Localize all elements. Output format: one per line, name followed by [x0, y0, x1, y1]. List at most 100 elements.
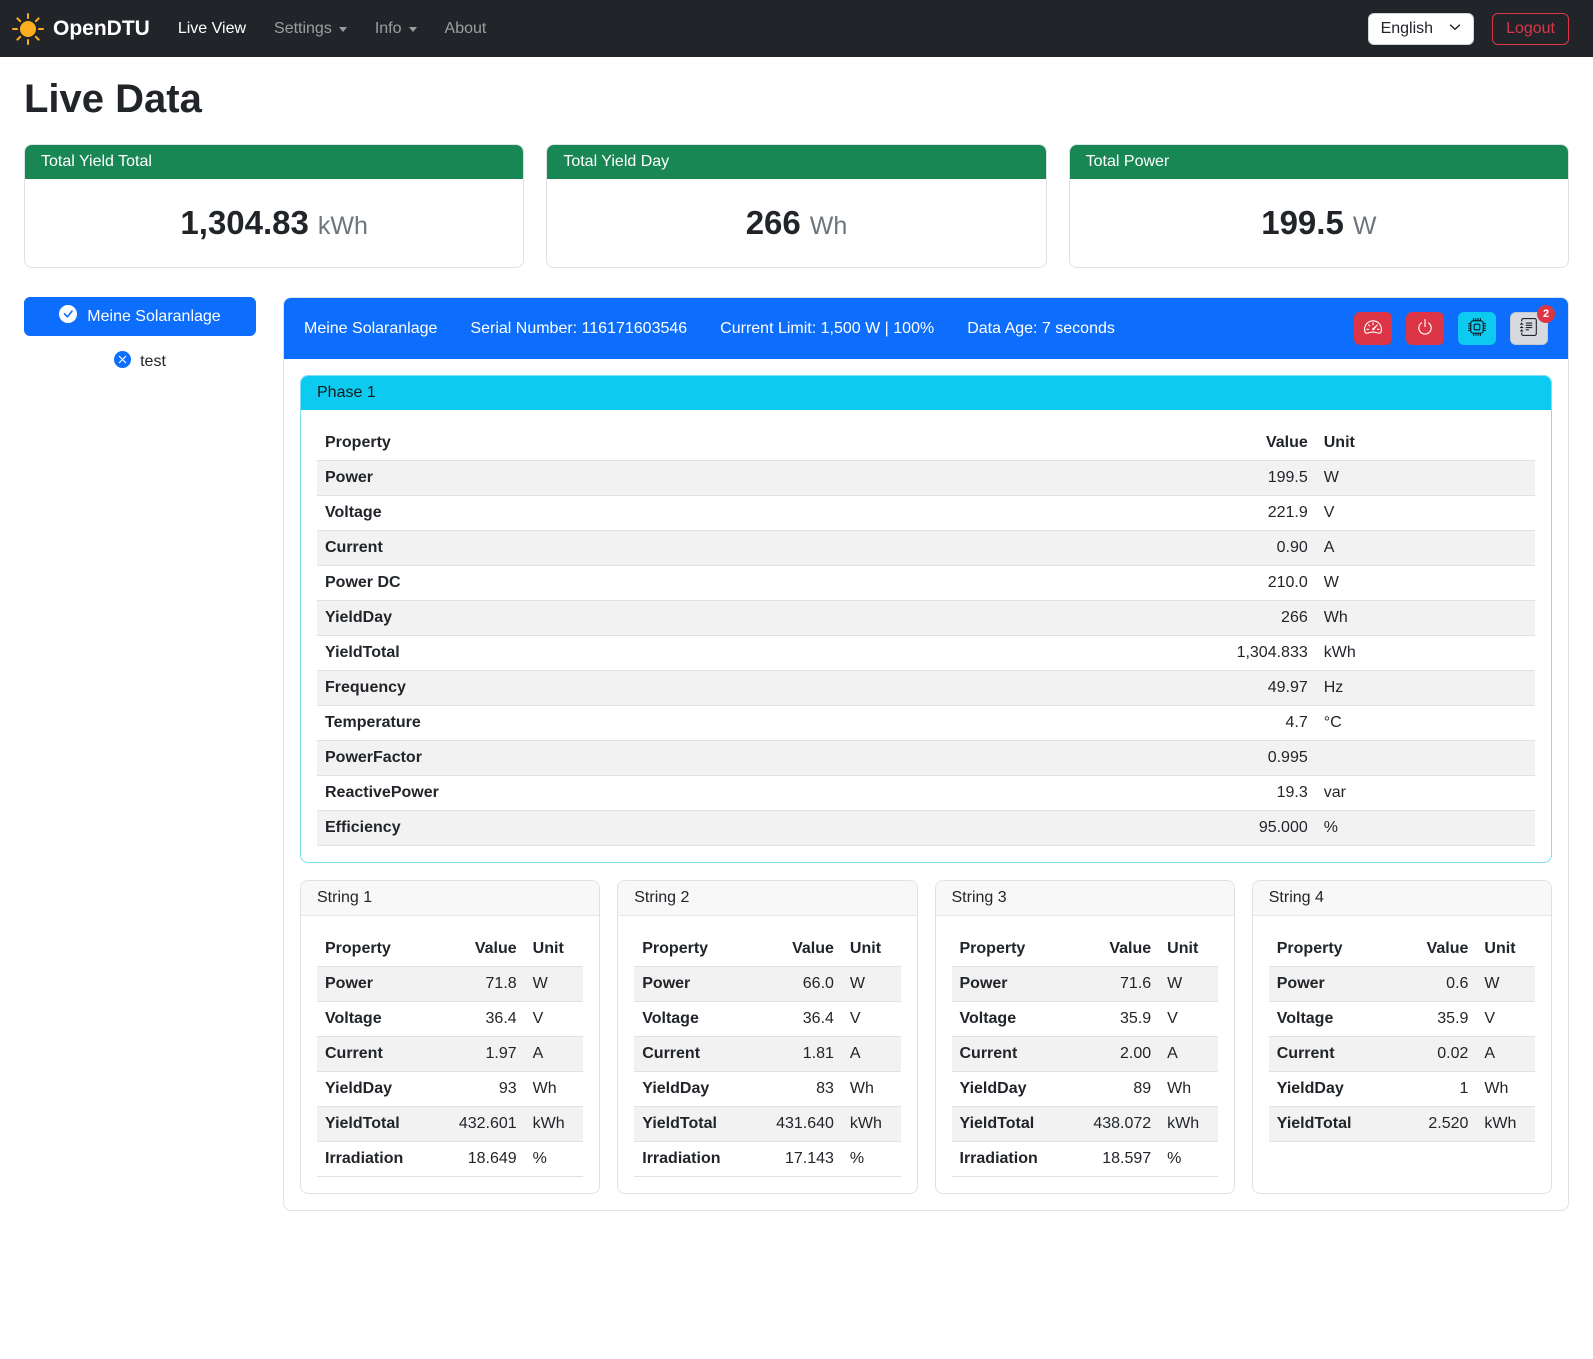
value-cell: 71.8: [437, 967, 525, 1002]
nav-links: Live View Settings Info About: [164, 12, 501, 46]
nav-live-view[interactable]: Live View: [164, 12, 260, 46]
card-unit: kWh: [318, 212, 368, 240]
card-title: Total Yield Total: [25, 145, 523, 179]
card-unit: Wh: [810, 212, 848, 240]
string-2-body: Property Value Unit Power66.0WVoltage36.…: [618, 916, 916, 1193]
property-cell: Frequency: [317, 671, 1072, 706]
property-cell: Power: [634, 967, 754, 1002]
table-row: Current2.00A: [952, 1037, 1218, 1072]
table-row: Irradiation18.597%: [952, 1142, 1218, 1177]
inverter-current-limit: Current Limit: 1,500 W | 100%: [720, 320, 934, 338]
cpu-icon: [1468, 318, 1486, 339]
filter-chip-test[interactable]: test: [24, 351, 256, 373]
x-circle-icon[interactable]: [114, 351, 131, 373]
unit-cell: Wh: [842, 1072, 901, 1107]
unit-cell: W: [1316, 566, 1535, 601]
brand[interactable]: OpenDTU: [12, 13, 150, 45]
card-value-wrap: 1,304.83kWh: [25, 179, 523, 267]
column-header-property: Property: [634, 932, 754, 967]
table-row: YieldTotal2.520kWh: [1269, 1107, 1535, 1142]
property-cell: YieldDay: [634, 1072, 754, 1107]
total-yield-total-card: Total Yield Total 1,304.83kWh: [24, 144, 524, 268]
inverter-select-button[interactable]: Meine Solaranlage: [24, 297, 256, 336]
power-icon: [1416, 318, 1434, 339]
phase-1-table-body: Power199.5WVoltage221.9VCurrent0.90APowe…: [317, 461, 1535, 846]
value-cell: 0.90: [1072, 531, 1316, 566]
property-cell: Voltage: [634, 1002, 754, 1037]
limit-settings-button[interactable]: [1354, 312, 1392, 345]
unit-cell: kWh: [1476, 1107, 1535, 1142]
speedometer-icon: [1364, 318, 1382, 339]
inverter-card-header: Meine Solaranlage Serial Number: 1161716…: [284, 298, 1568, 359]
table-header-row: Property Value Unit: [317, 932, 583, 967]
card-title: Total Yield Day: [547, 145, 1045, 179]
unit-cell: W: [1159, 967, 1218, 1002]
unit-cell: Wh: [1316, 601, 1535, 636]
table-row: Power71.6W: [952, 967, 1218, 1002]
column-header-value: Value: [437, 932, 525, 967]
power-toggle-button[interactable]: [1406, 312, 1444, 345]
string-1-title: String 1: [301, 881, 599, 916]
table-row: ReactivePower19.3var: [317, 776, 1535, 811]
value-cell: 1.81: [754, 1037, 842, 1072]
column-header-property: Property: [952, 932, 1072, 967]
device-info-button[interactable]: [1458, 312, 1496, 345]
inverter-actions: 2: [1354, 312, 1548, 345]
logout-button[interactable]: Logout: [1492, 13, 1569, 45]
table-row: Power DC210.0W: [317, 566, 1535, 601]
property-cell: Power DC: [317, 566, 1072, 601]
value-cell: 83: [754, 1072, 842, 1107]
unit-cell: W: [842, 967, 901, 1002]
value-cell: 432.601: [437, 1107, 525, 1142]
navbar-right: English Logout: [1368, 13, 1569, 45]
unit-cell: %: [1159, 1142, 1218, 1177]
unit-cell: Wh: [525, 1072, 584, 1107]
event-log-button[interactable]: 2: [1510, 312, 1548, 345]
table-row: Temperature4.7°C: [317, 706, 1535, 741]
unit-cell: kWh: [842, 1107, 901, 1142]
unit-cell: Wh: [1476, 1072, 1535, 1107]
language-select[interactable]: English: [1368, 13, 1474, 45]
value-cell: 17.143: [754, 1142, 842, 1177]
property-cell: Power: [1269, 967, 1389, 1002]
string-4-title: String 4: [1253, 881, 1551, 916]
table-row: YieldDay93Wh: [317, 1072, 583, 1107]
table-row: Voltage36.4V: [317, 1002, 583, 1037]
table-row: Current1.97A: [317, 1037, 583, 1072]
property-cell: PowerFactor: [317, 741, 1072, 776]
table-row: Current0.90A: [317, 531, 1535, 566]
table-row: YieldTotal1,304.833kWh: [317, 636, 1535, 671]
table-row: Voltage221.9V: [317, 496, 1535, 531]
page-title: Live Data: [24, 77, 1569, 122]
property-cell: YieldTotal: [634, 1107, 754, 1142]
string-1-table: Property Value Unit Power71.8WVoltage36.…: [317, 932, 583, 1177]
card-title: Total Power: [1070, 145, 1568, 179]
nav-settings[interactable]: Settings: [260, 12, 361, 46]
unit-cell: V: [1476, 1002, 1535, 1037]
unit-cell: Hz: [1316, 671, 1535, 706]
value-cell: 19.3: [1072, 776, 1316, 811]
inverter-card-body: Phase 1 Property Value Unit Power199.5WV…: [284, 359, 1568, 1210]
table-row: YieldTotal432.601kWh: [317, 1107, 583, 1142]
string-3-table-body: Power71.6WVoltage35.9VCurrent2.00AYieldD…: [952, 967, 1218, 1177]
nav-info[interactable]: Info: [361, 12, 431, 46]
property-cell: YieldDay: [1269, 1072, 1389, 1107]
string-2-table: Property Value Unit Power66.0WVoltage36.…: [634, 932, 900, 1177]
value-cell: 431.640: [754, 1107, 842, 1142]
table-row: YieldDay266Wh: [317, 601, 1535, 636]
inverter-card: Meine Solaranlage Serial Number: 1161716…: [283, 297, 1569, 1211]
property-cell: YieldTotal: [1269, 1107, 1389, 1142]
value-cell: 18.649: [437, 1142, 525, 1177]
check-circle-icon: [59, 305, 77, 328]
inverter-select-label: Meine Solaranlage: [87, 308, 220, 326]
card-unit: W: [1353, 212, 1377, 240]
table-header-row: Property Value Unit: [952, 932, 1218, 967]
property-cell: YieldDay: [317, 1072, 437, 1107]
value-cell: 35.9: [1071, 1002, 1159, 1037]
nav-about[interactable]: About: [431, 12, 501, 46]
value-cell: 71.6: [1071, 967, 1159, 1002]
table-row: Current0.02A: [1269, 1037, 1535, 1072]
unit-cell: kWh: [1159, 1107, 1218, 1142]
property-cell: Voltage: [317, 1002, 437, 1037]
property-cell: Current: [952, 1037, 1072, 1072]
